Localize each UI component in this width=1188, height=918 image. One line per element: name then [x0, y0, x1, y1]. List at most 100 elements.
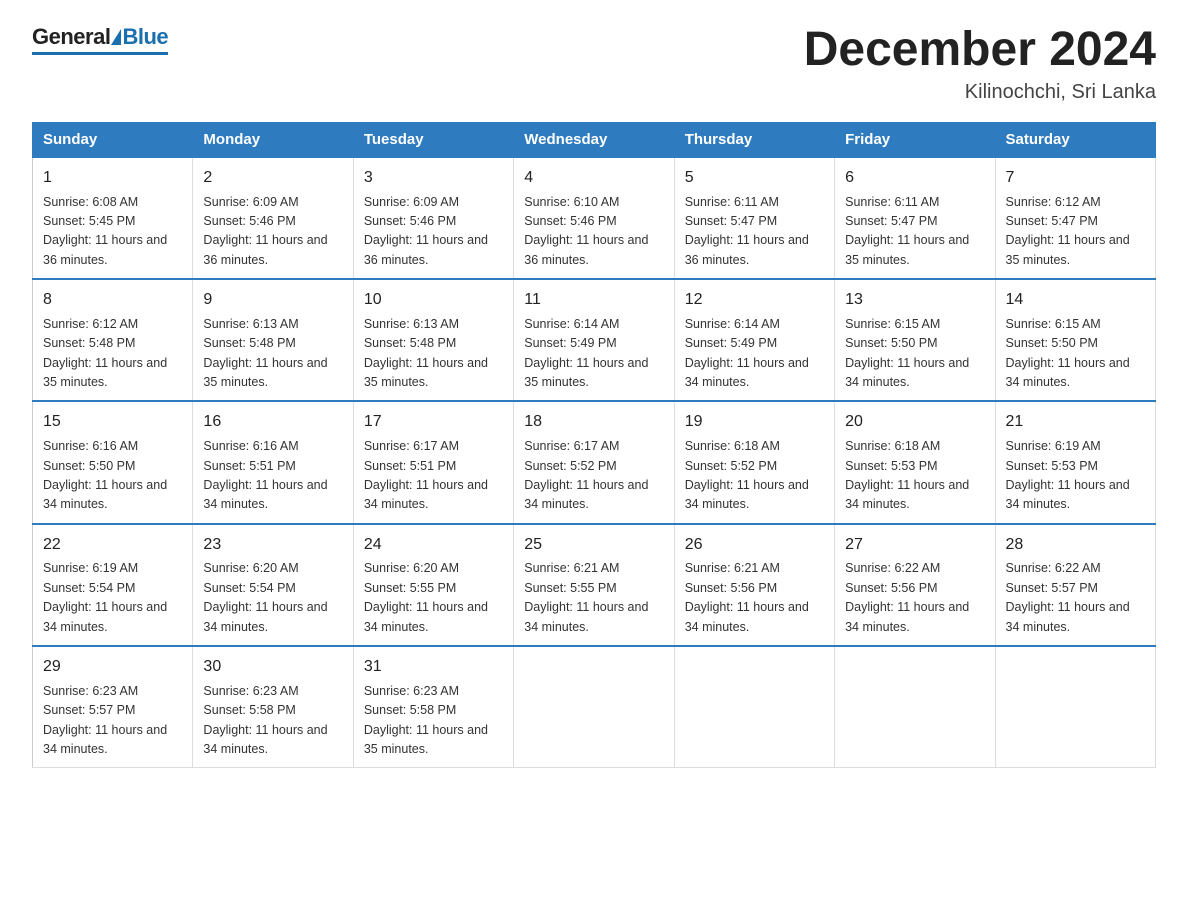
calendar-cell: 7Sunrise: 6:12 AMSunset: 5:47 PMDaylight… — [995, 157, 1155, 279]
day-number: 1 — [43, 166, 182, 191]
day-number: 6 — [845, 166, 984, 191]
day-info: Sunrise: 6:21 AMSunset: 5:55 PMDaylight:… — [524, 561, 648, 633]
day-info: Sunrise: 6:20 AMSunset: 5:55 PMDaylight:… — [364, 561, 488, 633]
day-info: Sunrise: 6:20 AMSunset: 5:54 PMDaylight:… — [203, 561, 327, 633]
logo-triangle-icon — [111, 29, 121, 45]
calendar-cell: 20Sunrise: 6:18 AMSunset: 5:53 PMDayligh… — [835, 401, 995, 523]
calendar-cell: 18Sunrise: 6:17 AMSunset: 5:52 PMDayligh… — [514, 401, 674, 523]
day-info: Sunrise: 6:08 AMSunset: 5:45 PMDaylight:… — [43, 195, 167, 267]
calendar-cell: 28 Sunrise: 6:22 AMSunset: 5:57 PMDayligh… — [995, 524, 1155, 646]
day-info: Sunrise: 6:18 AMSunset: 5:52 PMDaylight:… — [685, 439, 809, 511]
weekday-header-wednesday: Wednesday — [514, 122, 674, 157]
calendar-cell: 14 Sunrise: 6:15 AMSunset: 5:50 PMDayligh… — [995, 279, 1155, 401]
page-header: General Blue December 2024 Kilinochchi, … — [32, 24, 1156, 104]
day-number: 18 — [524, 410, 663, 435]
month-title: December 2024 — [804, 24, 1156, 77]
calendar-cell: 16Sunrise: 6:16 AMSunset: 5:51 PMDayligh… — [193, 401, 353, 523]
calendar-cell: 25Sunrise: 6:21 AMSunset: 5:55 PMDayligh… — [514, 524, 674, 646]
day-info: Sunrise: 6:10 AMSunset: 5:46 PMDaylight:… — [524, 195, 648, 267]
calendar-cell — [835, 646, 995, 768]
day-info: Sunrise: 6:11 AMSunset: 5:47 PMDaylight:… — [845, 195, 969, 267]
calendar-cell: 26 Sunrise: 6:21 AMSunset: 5:56 PMDayligh… — [674, 524, 834, 646]
calendar-cell: 11 Sunrise: 6:14 AMSunset: 5:49 PMDayligh… — [514, 279, 674, 401]
day-number: 28 — [1006, 533, 1145, 558]
day-info: Sunrise: 6:23 AMSunset: 5:58 PMDaylight:… — [364, 684, 488, 756]
day-info: Sunrise: 6:13 AMSunset: 5:48 PMDaylight:… — [364, 317, 488, 389]
day-number: 10 — [364, 288, 503, 313]
day-number: 30 — [203, 655, 342, 680]
calendar-cell: 5 Sunrise: 6:11 AMSunset: 5:47 PMDaylight… — [674, 157, 834, 279]
day-info: Sunrise: 6:15 AMSunset: 5:50 PMDaylight:… — [1006, 317, 1130, 389]
day-number: 17 — [364, 410, 503, 435]
calendar-cell: 24 Sunrise: 6:20 AMSunset: 5:55 PMDayligh… — [353, 524, 513, 646]
calendar-cell: 4Sunrise: 6:10 AMSunset: 5:46 PMDaylight… — [514, 157, 674, 279]
weekday-header-tuesday: Tuesday — [353, 122, 513, 157]
calendar-cell: 17 Sunrise: 6:17 AMSunset: 5:51 PMDayligh… — [353, 401, 513, 523]
day-info: Sunrise: 6:19 AMSunset: 5:53 PMDaylight:… — [1006, 439, 1130, 511]
calendar-cell: 13 Sunrise: 6:15 AMSunset: 5:50 PMDayligh… — [835, 279, 995, 401]
calendar-cell: 21Sunrise: 6:19 AMSunset: 5:53 PMDayligh… — [995, 401, 1155, 523]
day-number: 22 — [43, 533, 182, 558]
day-number: 14 — [1006, 288, 1145, 313]
title-area: December 2024 Kilinochchi, Sri Lanka — [804, 24, 1156, 104]
day-number: 9 — [203, 288, 342, 313]
day-number: 12 — [685, 288, 824, 313]
logo: General Blue — [32, 24, 168, 55]
day-number: 29 — [43, 655, 182, 680]
day-number: 2 — [203, 166, 342, 191]
calendar-cell — [995, 646, 1155, 768]
calendar-cell: 6 Sunrise: 6:11 AMSunset: 5:47 PMDaylight… — [835, 157, 995, 279]
day-info: Sunrise: 6:19 AMSunset: 5:54 PMDaylight:… — [43, 561, 167, 633]
day-number: 11 — [524, 288, 663, 313]
weekday-header-monday: Monday — [193, 122, 353, 157]
calendar-cell: 31 Sunrise: 6:23 AMSunset: 5:58 PMDayligh… — [353, 646, 513, 768]
day-info: Sunrise: 6:23 AMSunset: 5:57 PMDaylight:… — [43, 684, 167, 756]
weekday-header-saturday: Saturday — [995, 122, 1155, 157]
day-info: Sunrise: 6:15 AMSunset: 5:50 PMDaylight:… — [845, 317, 969, 389]
calendar-header: SundayMondayTuesdayWednesdayThursdayFrid… — [33, 122, 1156, 157]
logo-general-text: General — [32, 24, 110, 50]
calendar-week-row: 15 Sunrise: 6:16 AMSunset: 5:50 PMDayligh… — [33, 401, 1156, 523]
weekday-header-friday: Friday — [835, 122, 995, 157]
day-info: Sunrise: 6:22 AMSunset: 5:57 PMDaylight:… — [1006, 561, 1130, 633]
day-number: 13 — [845, 288, 984, 313]
calendar-cell — [514, 646, 674, 768]
calendar-cell: 12Sunrise: 6:14 AMSunset: 5:49 PMDayligh… — [674, 279, 834, 401]
day-info: Sunrise: 6:16 AMSunset: 5:51 PMDaylight:… — [203, 439, 327, 511]
day-number: 7 — [1006, 166, 1145, 191]
logo-underline — [32, 52, 168, 55]
calendar-body: 1 Sunrise: 6:08 AMSunset: 5:45 PMDaylight… — [33, 157, 1156, 768]
day-info: Sunrise: 6:17 AMSunset: 5:51 PMDaylight:… — [364, 439, 488, 511]
day-info: Sunrise: 6:18 AMSunset: 5:53 PMDaylight:… — [845, 439, 969, 511]
day-number: 15 — [43, 410, 182, 435]
day-info: Sunrise: 6:21 AMSunset: 5:56 PMDaylight:… — [685, 561, 809, 633]
calendar-week-row: 22 Sunrise: 6:19 AMSunset: 5:54 PMDayligh… — [33, 524, 1156, 646]
day-info: Sunrise: 6:09 AMSunset: 5:46 PMDaylight:… — [364, 195, 488, 267]
calendar-cell — [674, 646, 834, 768]
day-number: 8 — [43, 288, 182, 313]
calendar-cell: 22 Sunrise: 6:19 AMSunset: 5:54 PMDayligh… — [33, 524, 193, 646]
day-number: 27 — [845, 533, 984, 558]
calendar-cell: 2Sunrise: 6:09 AMSunset: 5:46 PMDaylight… — [193, 157, 353, 279]
weekday-header-thursday: Thursday — [674, 122, 834, 157]
calendar-cell: 3 Sunrise: 6:09 AMSunset: 5:46 PMDaylight… — [353, 157, 513, 279]
day-info: Sunrise: 6:23 AMSunset: 5:58 PMDaylight:… — [203, 684, 327, 756]
calendar-week-row: 1 Sunrise: 6:08 AMSunset: 5:45 PMDaylight… — [33, 157, 1156, 279]
day-number: 26 — [685, 533, 824, 558]
day-number: 3 — [364, 166, 503, 191]
calendar-cell: 8 Sunrise: 6:12 AMSunset: 5:48 PMDaylight… — [33, 279, 193, 401]
calendar-week-row: 29 Sunrise: 6:23 AMSunset: 5:57 PMDayligh… — [33, 646, 1156, 768]
calendar-cell: 1 Sunrise: 6:08 AMSunset: 5:45 PMDaylight… — [33, 157, 193, 279]
day-info: Sunrise: 6:22 AMSunset: 5:56 PMDaylight:… — [845, 561, 969, 633]
day-info: Sunrise: 6:16 AMSunset: 5:50 PMDaylight:… — [43, 439, 167, 511]
day-number: 24 — [364, 533, 503, 558]
calendar-cell: 27 Sunrise: 6:22 AMSunset: 5:56 PMDayligh… — [835, 524, 995, 646]
day-info: Sunrise: 6:11 AMSunset: 5:47 PMDaylight:… — [685, 195, 809, 267]
day-number: 5 — [685, 166, 824, 191]
calendar-cell: 15 Sunrise: 6:16 AMSunset: 5:50 PMDayligh… — [33, 401, 193, 523]
day-number: 19 — [685, 410, 824, 435]
day-number: 31 — [364, 655, 503, 680]
day-info: Sunrise: 6:14 AMSunset: 5:49 PMDaylight:… — [524, 317, 648, 389]
day-info: Sunrise: 6:12 AMSunset: 5:48 PMDaylight:… — [43, 317, 167, 389]
day-info: Sunrise: 6:13 AMSunset: 5:48 PMDaylight:… — [203, 317, 327, 389]
